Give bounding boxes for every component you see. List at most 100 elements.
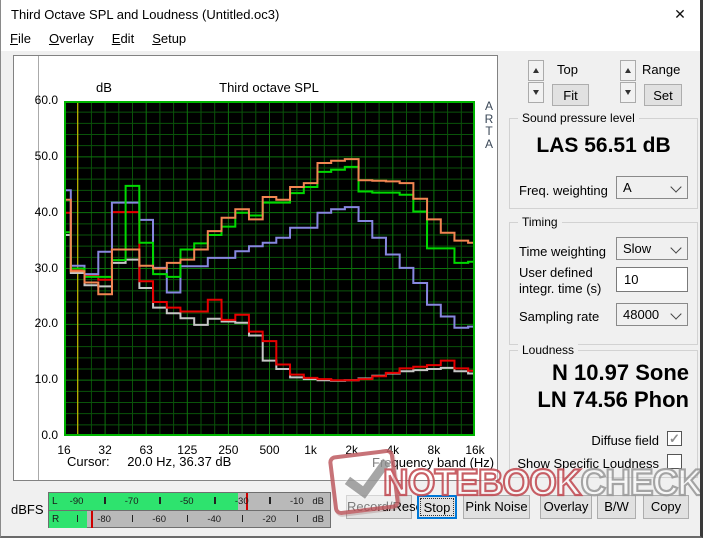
meter-scale-label: -40 — [207, 514, 221, 525]
meter-peak-R — [91, 511, 93, 528]
x-tick-label: 1k — [289, 443, 333, 457]
chart-panel: dB Third octave SPL ARTA 60.050.040.030.… — [13, 55, 498, 481]
freq-weighting-value: A — [623, 180, 632, 195]
meter-tick — [214, 497, 216, 504]
sampling-rate-label: Sampling rate — [519, 309, 599, 324]
level-meter: L-90-70-50-30-10dBR-80-60-40-20dB — [48, 492, 331, 528]
cursor-label: Cursor: — [67, 454, 110, 469]
menu-edit[interactable]: Edit — [103, 28, 143, 48]
set-button[interactable]: Set — [644, 84, 682, 106]
diffuse-field-checkbox[interactable]: ✓ — [667, 431, 682, 446]
cursor-readout: Cursor: 20.0 Hz, 36.37 dB — [67, 454, 231, 469]
range-spin-up-button[interactable] — [620, 60, 636, 81]
menu-file[interactable]: File — [1, 28, 40, 48]
meter-tick — [187, 515, 189, 522]
diffuse-field-label: Diffuse field — [509, 433, 659, 448]
integr-time-label-line2: integr. time (s) — [519, 281, 601, 296]
x-axis-title: Frequency band (Hz) — [372, 455, 494, 470]
meter-tick — [269, 497, 271, 504]
y-tick-label: 50.0 — [18, 149, 58, 163]
record-reset-button[interactable]: Record/Reset — [346, 495, 412, 519]
meter-unit-label: dB — [312, 496, 324, 507]
meter-scale-label: -10 — [290, 496, 304, 507]
cursor-value: 20.0 Hz, 36.37 dB — [127, 454, 231, 469]
meter-tick — [77, 515, 79, 522]
dbfs-label: dBFS — [11, 502, 44, 517]
meter-scale-label: -60 — [152, 514, 166, 525]
y-axis-unit: dB — [96, 80, 112, 95]
integr-time-value: 10 — [624, 272, 638, 287]
time-weighting-select[interactable]: Slow — [616, 237, 688, 260]
sampling-rate-value: 48000 — [623, 307, 659, 322]
meter-tick — [132, 515, 134, 522]
meter-scale-label: -30 — [235, 496, 249, 507]
window-title: Third Octave SPL and Loudness (Untitled.… — [11, 7, 279, 22]
meter-row-R: R -80 -60 -40 -20 dB — [49, 511, 330, 528]
overlay-button[interactable]: Overlay — [540, 495, 592, 519]
meter-tick — [297, 515, 299, 522]
arrow-down-icon — [533, 90, 539, 95]
loudness-n-value: N 10.97 Sone — [509, 360, 689, 386]
close-icon[interactable]: ✕ — [668, 4, 692, 24]
meter-tick — [104, 497, 106, 504]
freq-weighting-select[interactable]: A — [616, 176, 688, 199]
time-weighting-label: Time weighting — [519, 244, 606, 259]
b-w-button[interactable]: B/W — [597, 495, 636, 519]
fit-button[interactable]: Fit — [552, 84, 589, 106]
meter-tick — [159, 497, 161, 504]
time-weighting-value: Slow — [623, 241, 651, 256]
loudness-ln-value: LN 74.56 Phon — [509, 387, 689, 413]
chevron-down-icon — [670, 181, 681, 192]
app-window: Third Octave SPL and Loudness (Untitled.… — [0, 0, 703, 538]
integr-time-input[interactable]: 10 — [616, 267, 688, 292]
stop-button[interactable]: Stop — [417, 495, 457, 519]
copy-button[interactable]: Copy — [643, 495, 689, 519]
spl-value: LAS 56.51 dB — [509, 134, 698, 158]
meter-channel-label: L — [52, 496, 58, 507]
arrow-up-icon — [533, 68, 539, 73]
arta-logo-text: ARTA — [482, 100, 496, 150]
integr-time-label-line1: User defined — [519, 265, 593, 280]
menu-bar: FileOverlayEditSetup — [1, 28, 700, 51]
y-tick-label: 0.0 — [18, 428, 58, 442]
sampling-rate-select[interactable]: 48000 — [616, 303, 688, 326]
show-specific-loudness-checkbox[interactable] — [667, 454, 682, 469]
meter-scale-label: -70 — [125, 496, 139, 507]
plot-area[interactable]: 60.050.040.030.020.010.00.0 163263125250… — [64, 101, 475, 436]
timing-group-title: Timing — [518, 215, 562, 229]
spl-group-title: Sound pressure level — [518, 111, 639, 125]
meter-tick — [242, 515, 244, 522]
top-label: Top — [557, 62, 578, 77]
range-spin-down-button[interactable] — [620, 82, 636, 103]
freq-weighting-label: Freq. weighting — [519, 183, 608, 198]
menu-overlay[interactable]: Overlay — [40, 28, 103, 48]
show-specific-loudness-label: Show Specific Loudness — [509, 456, 659, 471]
x-tick-label: 2k — [330, 443, 374, 457]
arrow-down-icon — [625, 90, 631, 95]
y-tick-label: 30.0 — [18, 261, 58, 275]
meter-separator — [49, 510, 330, 511]
title-bar: Third Octave SPL and Loudness (Untitled.… — [1, 0, 700, 28]
y-tick-label: 20.0 — [18, 316, 58, 330]
meter-unit-label: dB — [312, 514, 324, 525]
spl-plot — [64, 101, 475, 436]
menu-setup[interactable]: Setup — [143, 28, 195, 48]
y-tick-label: 40.0 — [18, 205, 58, 219]
pink-noise-button[interactable]: Pink Noise — [463, 495, 530, 519]
chevron-down-icon — [670, 242, 681, 253]
chevron-down-icon — [670, 308, 681, 319]
meter-scale-label: -20 — [262, 514, 276, 525]
top-spin-up-button[interactable] — [528, 60, 544, 81]
loudness-group-title: Loudness — [518, 343, 578, 357]
top-spin-down-button[interactable] — [528, 82, 544, 103]
chart-title: Third octave SPL — [164, 80, 374, 95]
range-label: Range — [642, 62, 680, 77]
x-tick-label: 500 — [248, 443, 292, 457]
arrow-up-icon — [625, 68, 631, 73]
meter-scale-label: -80 — [97, 514, 111, 525]
meter-channel-label: R — [52, 514, 59, 525]
meter-row-L: L-90-70-50-30-10dB — [49, 493, 330, 510]
y-tick-label: 60.0 — [18, 93, 58, 107]
meter-scale-label: -50 — [180, 496, 194, 507]
y-tick-label: 10.0 — [18, 372, 58, 386]
